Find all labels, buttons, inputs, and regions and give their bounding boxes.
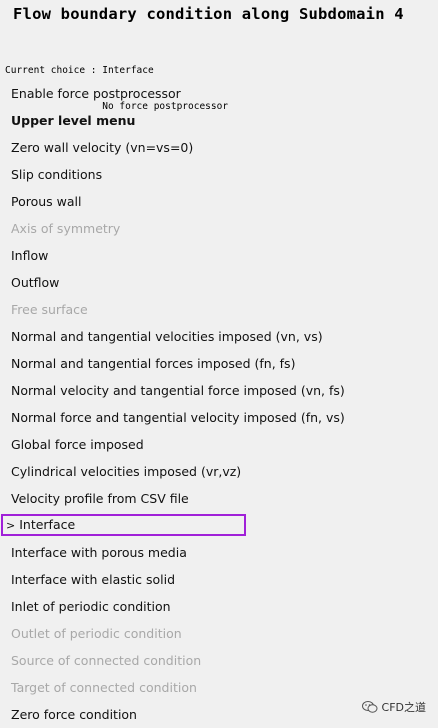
menu-item-label: Outlet of periodic condition — [11, 626, 182, 641]
watermark-text: CFD之道 — [381, 701, 426, 714]
menu-item-label: Interface — [19, 517, 76, 532]
wechat-icon — [361, 700, 378, 714]
boundary-condition-menu: Enable force postprocessor Upper level me… — [0, 80, 438, 728]
menu-item-label: Axis of symmetry — [11, 221, 121, 236]
menu-item-normal-and-tangential-velocities-imposed-vn-vs[interactable]: Normal and tangential velocities imposed… — [0, 323, 438, 350]
menu-item-label: Normal and tangential velocities imposed… — [11, 329, 323, 344]
menu-item-inlet-of-periodic-condition[interactable]: Inlet of periodic condition — [0, 593, 438, 620]
menu-item-label: Interface with elastic solid — [11, 572, 176, 587]
menu-item-free-surface: Free surface — [0, 296, 438, 323]
menu-item-porous-wall[interactable]: Porous wall — [0, 188, 438, 215]
menu-item-label: Global force imposed — [11, 437, 144, 452]
menu-item-normal-velocity-and-tangential-force-imposed-vn-fs[interactable]: Normal velocity and tangential force imp… — [0, 377, 438, 404]
menu-item-interface[interactable]: > Interface — [1, 514, 246, 536]
menu-item-outlet-of-periodic-condition: Outlet of periodic condition — [0, 620, 438, 647]
menu-item-enable-force-postprocessor[interactable]: Enable force postprocessor — [0, 80, 438, 107]
menu-item-interface-with-elastic-solid[interactable]: Interface with elastic solid — [0, 566, 438, 593]
menu-item-source-of-connected-condition: Source of connected condition — [0, 647, 438, 674]
menu-item-label: Inflow — [11, 248, 49, 263]
menu-item-zero-wall-velocity-vn-vs-0[interactable]: Zero wall velocity (vn=vs=0) — [0, 134, 438, 161]
menu-item-label: Zero wall velocity (vn=vs=0) — [11, 140, 194, 155]
menu-item-axis-of-symmetry: Axis of symmetry — [0, 215, 438, 242]
current-choice-label: Current choice : — [5, 65, 103, 76]
menu-item-label: Slip conditions — [11, 167, 103, 182]
menu-item-label: Normal and tangential forces imposed (fn… — [11, 356, 296, 371]
menu-item-label: Enable force postprocessor — [11, 86, 181, 101]
menu-item-label: Outflow — [11, 275, 60, 290]
current-choice-value-1: Interface — [102, 65, 154, 76]
menu-item-label: Cylindrical velocities imposed (vr,vz) — [11, 464, 242, 479]
menu-item-target-of-connected-condition: Target of connected condition — [0, 674, 438, 701]
menu-item-label: Porous wall — [11, 194, 82, 209]
menu-item-label: Upper level menu — [11, 113, 136, 128]
menu-item-label: Normal force and tangential velocity imp… — [11, 410, 345, 425]
menu-item-outflow[interactable]: Outflow — [0, 269, 438, 296]
watermark: CFD之道 — [361, 699, 426, 715]
menu-item-upper-level-menu[interactable]: Upper level menu — [0, 107, 438, 134]
menu-item-label: Zero force condition — [11, 707, 137, 722]
menu-item-velocity-profile-from-csv-file[interactable]: Velocity profile from CSV file — [0, 485, 438, 512]
menu-item-label: Inlet of periodic condition — [11, 599, 171, 614]
menu-item-normal-force-and-tangential-velocity-imposed-fn-vs[interactable]: Normal force and tangential velocity imp… — [0, 404, 438, 431]
menu-item-label: Normal velocity and tangential force imp… — [11, 383, 345, 398]
menu-item-inflow[interactable]: Inflow — [0, 242, 438, 269]
menu-item-label: Free surface — [11, 302, 88, 317]
menu-item-cylindrical-velocities-imposed-vr-vz[interactable]: Cylindrical velocities imposed (vr,vz) — [0, 458, 438, 485]
menu-item-global-force-imposed[interactable]: Global force imposed — [0, 431, 438, 458]
menu-item-label: Target of connected condition — [11, 680, 197, 695]
menu-item-slip-conditions[interactable]: Slip conditions — [0, 161, 438, 188]
selection-marker-icon: > — [6, 519, 16, 532]
menu-item-label: Interface with porous media — [11, 545, 187, 560]
menu-item-normal-and-tangential-forces-imposed-fn-fs[interactable]: Normal and tangential forces imposed (fn… — [0, 350, 438, 377]
window-title: Flow boundary condition along Subdomain … — [13, 5, 404, 23]
menu-item-interface-with-porous-media[interactable]: Interface with porous media — [0, 539, 438, 566]
menu-item-label: Source of connected condition — [11, 653, 202, 668]
menu-item-label: Velocity profile from CSV file — [11, 491, 189, 506]
